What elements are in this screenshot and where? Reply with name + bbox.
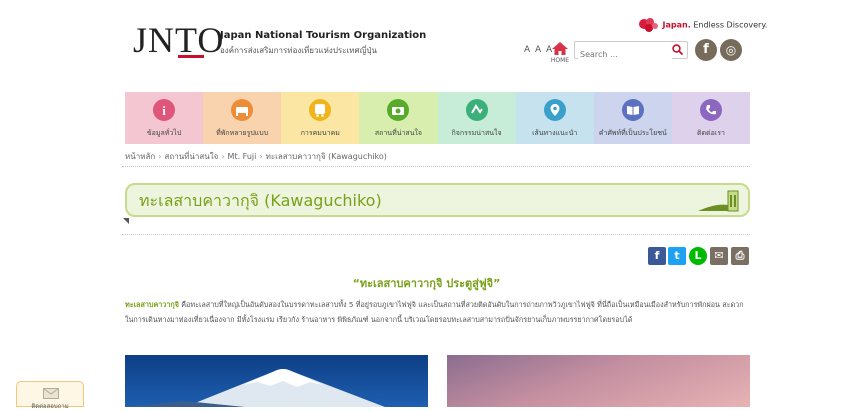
search-input[interactable] bbox=[578, 46, 672, 63]
breadcrumb-mt-fuji[interactable]: Mt. Fuji bbox=[228, 152, 257, 161]
camera-icon bbox=[387, 99, 410, 121]
nav-item-label: ข้อมูลทั่วไป bbox=[146, 129, 182, 137]
mountain-image bbox=[125, 369, 385, 407]
page-title-box: ทะเลสาบคาวากุจิ (Kawaguchiko) bbox=[125, 183, 750, 217]
breadcrumb: หน้าหลัก › สถานที่น่าสนใจ › Mt. Fuji › ทะเลสาบ… bbox=[125, 152, 387, 161]
info-icon: i bbox=[153, 99, 176, 121]
activity-icon bbox=[465, 99, 488, 121]
map-pin-icon bbox=[543, 99, 566, 121]
nav-item-label: คำศัพท์ที่เป็นประโยชน์ bbox=[598, 129, 667, 137]
print-icon[interactable]: ⎙ bbox=[731, 247, 749, 265]
facebook-icon[interactable]: f bbox=[695, 39, 717, 61]
nav-item-4[interactable]: กิจกรรมน่าสนใจ bbox=[437, 92, 516, 144]
line-share-icon[interactable]: L bbox=[689, 247, 707, 265]
japan-endless-discovery-logo[interactable]: Japan. Endless Discovery. bbox=[636, 16, 767, 34]
nav-item-label: ติดต่อเรา bbox=[696, 129, 725, 137]
instagram-icon[interactable]: ◎ bbox=[720, 39, 742, 61]
nav-item-5[interactable]: เส้นทางแนะนำ bbox=[515, 92, 594, 144]
mail-icon bbox=[43, 388, 59, 399]
nav-item-label: เส้นทางแนะนำ bbox=[532, 129, 578, 137]
nav-item-7[interactable]: ติดต่อเรา bbox=[671, 92, 750, 144]
title-corner-flag bbox=[123, 218, 129, 224]
page-title: ทะเลสาบคาวากุจิ (Kawaguchiko) bbox=[139, 191, 382, 210]
breadcrumb-current: ทะเลสาบคาวากุจิ (Kawaguchiko) bbox=[265, 152, 387, 161]
nav-item-3[interactable]: สถานที่น่าสนใจ bbox=[359, 92, 438, 144]
nav-item-0[interactable]: i ข้อมูลทั่วไป bbox=[125, 92, 204, 144]
facebook-share-icon[interactable]: f bbox=[648, 247, 666, 265]
home-label: HOME bbox=[550, 57, 570, 64]
svg-text:i: i bbox=[162, 103, 166, 118]
breadcrumb-home[interactable]: หน้าหลัก bbox=[125, 152, 155, 161]
mail-widget-label: ติดต่อสอบถาม bbox=[31, 403, 69, 410]
sub-heading: “ทะเลสาบคาวากุจิ ประตูสู่ฟูจิ” bbox=[352, 277, 501, 290]
divider bbox=[122, 234, 750, 235]
breadcrumb-attractions[interactable]: สถานที่น่าสนใจ bbox=[164, 152, 218, 161]
phone-icon bbox=[699, 99, 722, 121]
book-icon bbox=[621, 99, 644, 121]
cherry-blossom-icon bbox=[639, 18, 658, 32]
home-icon bbox=[552, 42, 568, 55]
intro-paragraph: ทะเลสาบคาวากุจิ คือทะเลสาบที่ใหญ่เป็นอัน… bbox=[125, 297, 750, 327]
bed-icon bbox=[231, 99, 254, 121]
search-box[interactable] bbox=[574, 41, 688, 63]
title-decoration-icon bbox=[698, 190, 739, 212]
intro-highlight: ทะเลสาบคาวากุจิ bbox=[125, 300, 179, 309]
org-name-thai: องค์การส่งเสริมการท่องเที่ยวแห่งประเทศญี… bbox=[220, 46, 377, 55]
lake-sunset-photo bbox=[447, 355, 750, 407]
contact-mail-widget[interactable]: ติดต่อสอบถาม bbox=[16, 381, 84, 410]
nav-item-label: ที่พักหลายรูปแบบ bbox=[216, 129, 269, 137]
twitter-share-icon[interactable]: t bbox=[668, 247, 686, 265]
nav-item-label: กิจกรรมน่าสนใจ bbox=[451, 129, 502, 137]
main-navigation: i ข้อมูลทั่วไป ที่พักหลายรูปแบบ การคมนาคม สถ… bbox=[125, 92, 750, 144]
mt-fuji-photo bbox=[125, 355, 428, 407]
font-size-control[interactable]: A A A bbox=[524, 45, 553, 55]
home-button[interactable]: HOME bbox=[550, 40, 570, 64]
bus-icon bbox=[309, 99, 332, 121]
logo-underline bbox=[178, 55, 204, 58]
email-share-icon[interactable]: ✉ bbox=[710, 247, 728, 265]
org-name-english: Japan National Tourism Organization bbox=[220, 30, 427, 41]
nav-item-1[interactable]: ที่พักหลายรูปแบบ bbox=[203, 92, 282, 144]
nav-item-6[interactable]: คำศัพท์ที่เป็นประโยชน์ bbox=[593, 92, 672, 144]
nav-item-2[interactable]: การคมนาคม bbox=[281, 92, 360, 144]
search-icon[interactable] bbox=[672, 44, 683, 55]
nav-item-label: การคมนาคม bbox=[300, 129, 340, 137]
jnto-logo[interactable]: JNTO bbox=[133, 22, 224, 58]
nav-item-label: สถานที่น่าสนใจ bbox=[374, 129, 422, 137]
intro-text: คือทะเลสาบที่ใหญ่เป็นอันดับสองในบรรดาทะเ… bbox=[125, 300, 744, 324]
divider bbox=[122, 166, 750, 167]
